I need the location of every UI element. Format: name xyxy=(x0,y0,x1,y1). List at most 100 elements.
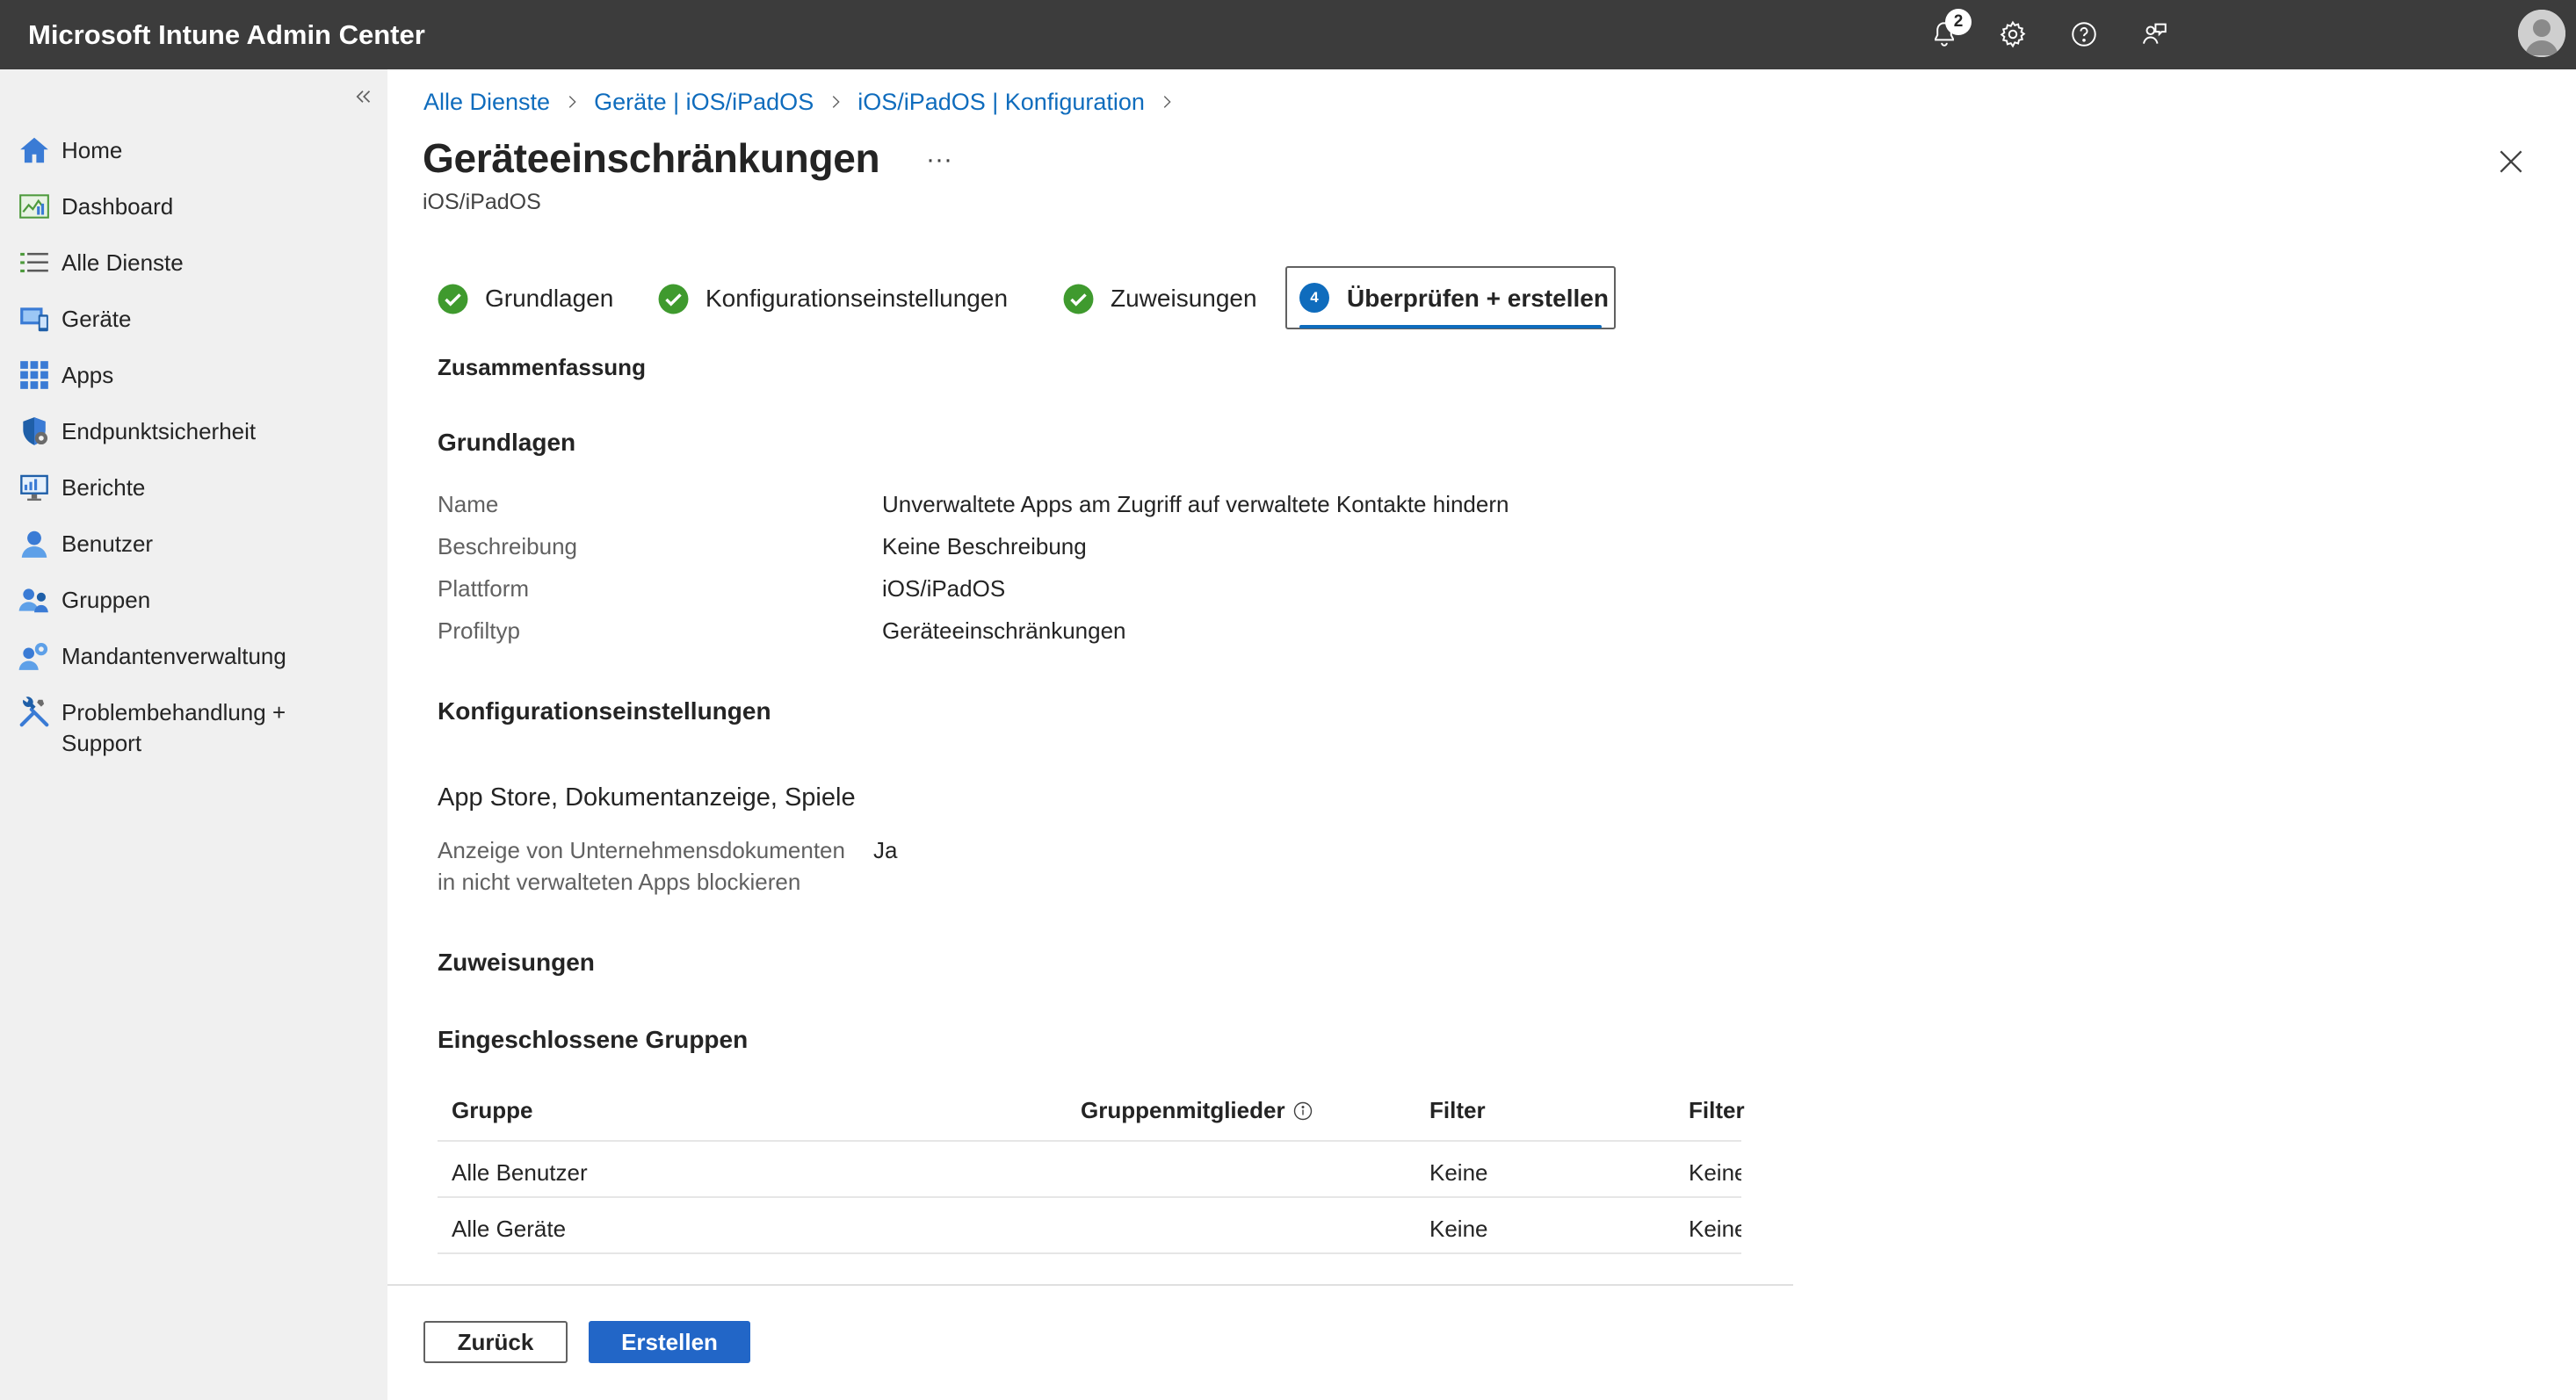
basics-value-profile-type: Geräteeinschränkungen xyxy=(882,617,1126,644)
table-divider xyxy=(438,1140,1741,1142)
apps-grid-icon xyxy=(20,361,48,389)
sidebar-item-reports[interactable]: Berichte xyxy=(0,462,387,511)
close-icon xyxy=(2500,150,2522,173)
column-header-filter[interactable]: Filter xyxy=(1429,1082,1486,1138)
breadcrumb-link-devices[interactable]: Geräte | iOS/iPadOS xyxy=(594,89,814,116)
cell-filter-2: Keine xyxy=(1689,1216,1741,1242)
notifications-button[interactable]: 2 xyxy=(1926,9,1972,53)
tab-label: Überprüfen + erstellen xyxy=(1347,285,1609,312)
shield-icon xyxy=(23,417,48,445)
settings-button[interactable] xyxy=(1994,16,2031,53)
basics-label-description: Beschreibung xyxy=(438,533,577,559)
breadcrumb: Alle Dienste Geräte | iOS/iPadOS iOS/iPa… xyxy=(423,86,1189,118)
column-header-group[interactable]: Gruppe xyxy=(452,1082,532,1138)
collapse-sidebar-button[interactable] xyxy=(350,83,376,110)
sidebar-item-label: Home xyxy=(62,137,123,163)
assignments-heading: Zuweisungen xyxy=(438,949,595,976)
breadcrumb-link-all-services[interactable]: Alle Dienste xyxy=(423,89,550,116)
back-button[interactable]: Zurück xyxy=(423,1321,568,1363)
active-tab-indicator xyxy=(1299,325,1602,328)
sidebar-item-label: Apps xyxy=(62,362,114,388)
dashboard-icon xyxy=(19,194,49,219)
groups-icon xyxy=(18,588,48,613)
cell-filter-2: Keine xyxy=(1689,1159,1741,1186)
user-avatar-icon xyxy=(2518,10,2565,57)
basics-label-profile-type: Profiltyp xyxy=(438,617,520,644)
footer-divider xyxy=(387,1284,1793,1286)
create-button[interactable]: Erstellen xyxy=(589,1321,750,1363)
config-category: App Store, Dokumentanzeige, Spiele xyxy=(438,783,856,812)
sidebar-item-groups[interactable]: Gruppen xyxy=(0,574,387,624)
sidebar-item-label: Geräte xyxy=(62,306,132,332)
checkmark-circle-icon xyxy=(1063,284,1094,314)
tab-assignments[interactable]: Zuweisungen xyxy=(1062,268,1257,329)
sidebar-item-label: Mandantenverwaltung xyxy=(62,643,286,669)
checkmark-circle-icon xyxy=(658,284,689,314)
tab-basics[interactable]: Grundlagen xyxy=(437,268,613,329)
devices-icon xyxy=(20,307,48,332)
sidebar-item-label: Benutzer xyxy=(62,530,154,557)
close-button[interactable] xyxy=(2493,144,2529,179)
sidebar-item-home[interactable]: Home xyxy=(0,125,387,174)
troubleshoot-icon xyxy=(19,696,49,727)
app-title[interactable]: Microsoft Intune Admin Center xyxy=(28,19,425,51)
info-icon[interactable] xyxy=(1292,1101,1313,1122)
column-header-label: Gruppenmitglieder xyxy=(1081,1097,1285,1123)
sidebar: Home Dashboard Alle Dienste Geräte Apps … xyxy=(0,69,387,1400)
config-setting-value: Ja xyxy=(873,837,898,863)
step-number-badge: 4 xyxy=(1299,283,1329,313)
cell-filter: Keine xyxy=(1429,1159,1488,1186)
breadcrumb-link-configuration[interactable]: iOS/iPadOS | Konfiguration xyxy=(857,89,1145,116)
chevron-right-icon xyxy=(1163,96,1171,108)
tab-label: Grundlagen xyxy=(485,285,614,312)
list-icon xyxy=(20,252,48,273)
sidebar-item-devices[interactable]: Geräte xyxy=(0,293,387,343)
feedback-button[interactable] xyxy=(2136,16,2173,53)
sidebar-item-endpoint-security[interactable]: Endpunktsicherheit xyxy=(0,406,387,455)
sidebar-item-troubleshooting[interactable]: Problembehandlung + Support xyxy=(0,687,387,757)
checkmark-circle-icon xyxy=(438,284,468,314)
sidebar-item-label: Gruppen xyxy=(62,587,151,613)
chevron-right-icon xyxy=(568,96,576,108)
config-heading: Konfigurationseinstellungen xyxy=(438,697,771,725)
more-options-button[interactable]: ··· xyxy=(926,142,952,177)
sidebar-item-label: Alle Dienste xyxy=(62,249,184,276)
double-chevron-left-icon xyxy=(356,90,371,103)
chevron-right-icon xyxy=(832,96,840,108)
basics-value-name: Unverwaltete Apps am Zugriff auf verwalt… xyxy=(882,491,1509,517)
basics-value-description: Keine Beschreibung xyxy=(882,533,1087,559)
column-header-group-members[interactable]: Gruppenmitglieder xyxy=(1081,1082,1313,1138)
basics-label-name: Name xyxy=(438,491,499,517)
sidebar-item-all-services[interactable]: Alle Dienste xyxy=(0,237,387,286)
cell-group: Alle Benutzer xyxy=(452,1159,588,1186)
top-bar: Microsoft Intune Admin Center 2 xyxy=(0,0,2576,69)
feedback-icon xyxy=(2142,23,2167,44)
basics-label-platform: Plattform xyxy=(438,575,530,602)
sidebar-item-dashboard[interactable]: Dashboard xyxy=(0,181,387,230)
sidebar-item-label: Dashboard xyxy=(62,193,174,220)
column-header-filter-2[interactable]: Filter xyxy=(1689,1082,1745,1138)
reports-icon xyxy=(20,474,48,502)
tab-label: Konfigurationseinstellungen xyxy=(706,285,1009,312)
summary-heading: Zusammenfassung xyxy=(438,354,646,380)
cell-filter: Keine xyxy=(1429,1216,1488,1242)
page-subtitle: iOS/iPadOS xyxy=(423,190,541,214)
basics-heading: Grundlagen xyxy=(438,429,576,456)
table-divider xyxy=(438,1252,1741,1254)
sidebar-item-users[interactable]: Benutzer xyxy=(0,518,387,567)
user-icon xyxy=(21,530,47,558)
gear-icon xyxy=(2000,20,2026,48)
home-icon xyxy=(20,137,48,163)
sidebar-item-tenant-admin[interactable]: Mandantenverwaltung xyxy=(0,631,387,680)
tab-configuration-settings[interactable]: Konfigurationseinstellungen xyxy=(657,268,1008,329)
sidebar-item-label: Endpunktsicherheit xyxy=(62,418,257,444)
help-button[interactable] xyxy=(2066,16,2102,53)
help-icon xyxy=(2072,22,2096,47)
avatar[interactable] xyxy=(2518,10,2565,57)
included-groups-heading: Eingeschlossene Gruppen xyxy=(438,1026,749,1053)
notification-count-badge: 2 xyxy=(1945,9,1972,35)
basics-value-platform: iOS/iPadOS xyxy=(882,575,1006,602)
page-title: Geräteeinschränkungen xyxy=(423,135,880,181)
sidebar-item-apps[interactable]: Apps xyxy=(0,350,387,399)
table-divider xyxy=(438,1196,1741,1198)
